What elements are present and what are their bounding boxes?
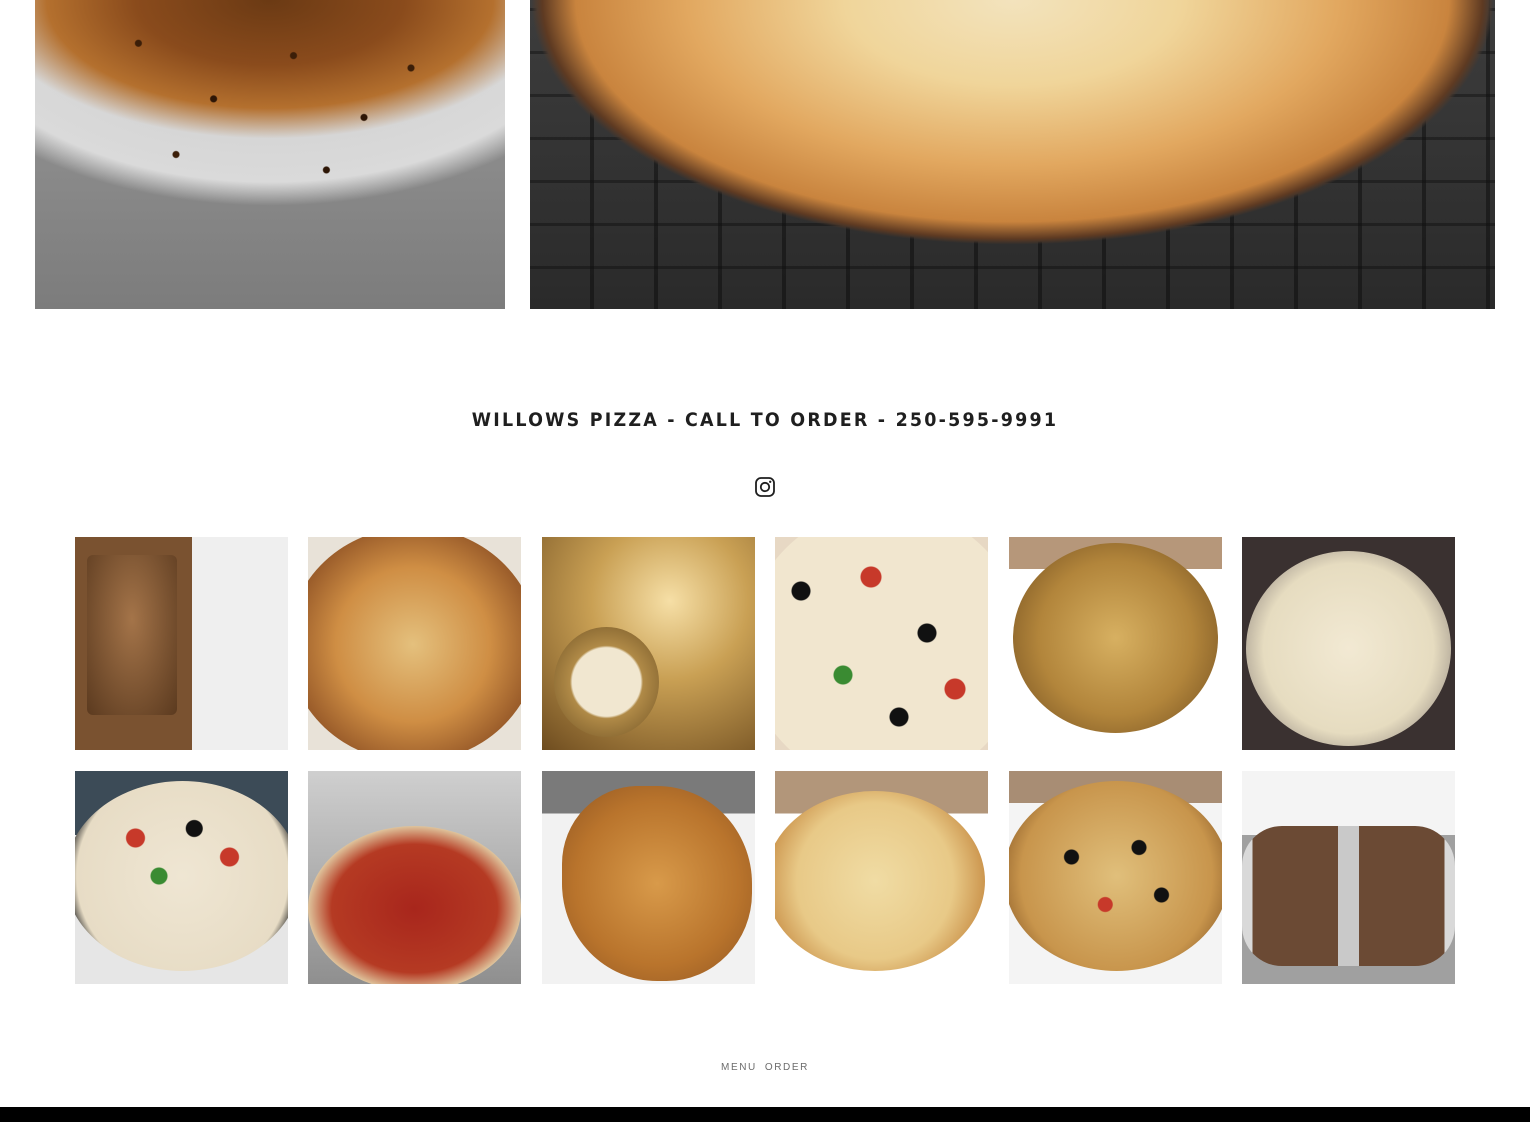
gallery-tile-donair[interactable] [1241,771,1455,984]
gallery-tile-champagne[interactable] [541,537,755,750]
footer-nav: MENU ORDER [0,1062,1530,1073]
gallery-tile-olive-pepper-pizza[interactable] [1008,771,1222,984]
hero-image-wings [35,0,505,309]
instagram-icon[interactable] [754,476,776,498]
gallery-tile-green-pepper-pizza[interactable] [775,771,989,984]
instagram-gallery [75,537,1455,984]
gallery-tile-pan-pizza[interactable] [1241,537,1455,750]
gallery-tile-veggie-pizza[interactable] [1008,537,1222,750]
gallery-tile-sign[interactable] [75,537,288,750]
footer-link-order[interactable]: ORDER [765,1062,809,1073]
gallery-tile-sauced-dough[interactable] [308,771,522,984]
gallery-tile-calzone[interactable] [541,771,755,984]
hero-image-pizza [530,0,1495,309]
bottom-bar [0,1107,1530,1122]
gallery-tile-loaded-pizza[interactable] [75,771,288,984]
gallery-tile-olive-tomato-pizza[interactable] [775,537,989,750]
gallery-tile-jalapeno-pizza[interactable] [308,537,522,750]
footer-link-menu[interactable]: MENU [721,1062,757,1073]
page-title: WILLOWS PIZZA - CALL TO ORDER - 250-595-… [471,409,1059,431]
